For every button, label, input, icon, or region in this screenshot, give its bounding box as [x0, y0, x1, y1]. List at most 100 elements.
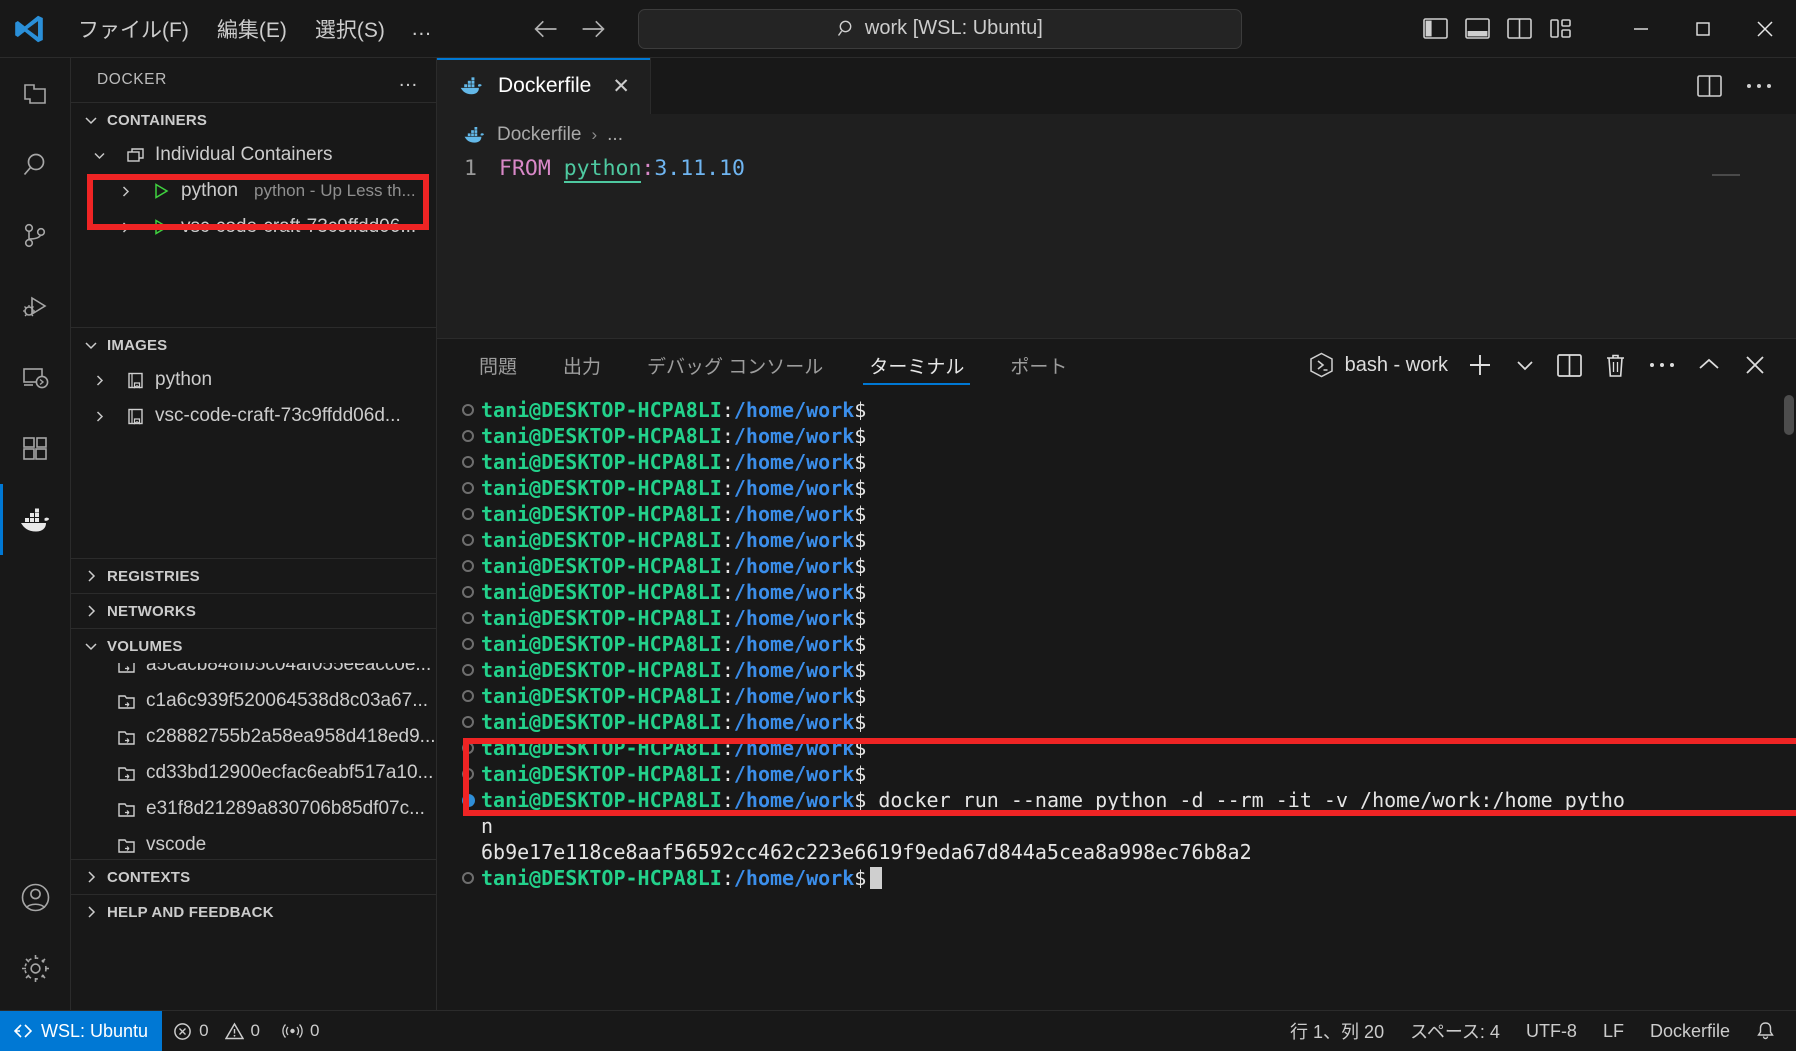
volume-row[interactable]: e31f8d21289a830706b85df07c...: [71, 791, 436, 827]
status-language-mode[interactable]: Dockerfile: [1637, 1011, 1743, 1051]
sidebar-more-actions-button[interactable]: …: [398, 69, 420, 92]
window-controls: [1610, 0, 1796, 58]
toggle-panel-icon[interactable]: [1464, 16, 1490, 42]
status-ports[interactable]: 0: [271, 1011, 330, 1051]
go-forward-icon[interactable]: [579, 18, 606, 40]
panel-more-actions-icon[interactable]: [1638, 339, 1686, 391]
status-encoding[interactable]: UTF-8: [1513, 1011, 1590, 1051]
status-eol[interactable]: LF: [1590, 1011, 1637, 1051]
activity-explorer-icon[interactable]: [0, 58, 71, 129]
status-notifications[interactable]: [1743, 1011, 1788, 1051]
activity-source-control-icon[interactable]: [0, 200, 71, 271]
command-decoration-icon[interactable]: [462, 664, 474, 676]
section-header-registries[interactable]: REGISTRIES: [71, 559, 436, 593]
new-terminal-icon[interactable]: [1456, 339, 1504, 391]
section-header-help[interactable]: HELP AND FEEDBACK: [71, 895, 436, 929]
breadcrumb-file[interactable]: Dockerfile: [497, 124, 581, 146]
command-decoration-icon[interactable]: [462, 456, 474, 468]
kill-terminal-icon[interactable]: [1593, 339, 1638, 391]
section-header-contexts[interactable]: CONTEXTS: [71, 860, 436, 894]
volume-row[interactable]: cd33bd12900ecfac6eabf517a10...: [71, 755, 436, 791]
close-tab-icon[interactable]: ✕: [612, 74, 630, 99]
command-decoration-icon[interactable]: [462, 404, 474, 416]
menu-edit[interactable]: 編集(E): [203, 8, 301, 50]
terminal-selector[interactable]: bash - work: [1309, 352, 1456, 378]
editor-more-actions-icon[interactable]: [1746, 82, 1772, 90]
menu-file[interactable]: ファイル(F): [64, 8, 203, 50]
volume-row[interactable]: c28882755b2a58ea958d418ed9...: [71, 719, 436, 755]
customize-layout-icon[interactable]: [1548, 16, 1574, 42]
activity-extensions-icon[interactable]: [0, 413, 71, 484]
activity-manage-settings-icon[interactable]: [0, 933, 71, 1004]
maximize-button[interactable]: [1672, 0, 1734, 58]
terminal-scrollbar[interactable]: [1784, 395, 1794, 435]
toggle-secondary-sidebar-icon[interactable]: [1506, 16, 1532, 42]
terminal-colon: :: [722, 580, 734, 604]
command-decoration-icon[interactable]: [462, 690, 474, 702]
volume-row[interactable]: a5cacb848fb5c04af055eeaccoe...: [71, 663, 436, 683]
tab-terminal[interactable]: ターミナル: [853, 339, 980, 391]
volume-row[interactable]: vscode: [71, 827, 436, 859]
terminal-profile-chevron-icon[interactable]: [1504, 339, 1546, 391]
command-decoration-icon[interactable]: [462, 742, 474, 754]
activity-docker-icon[interactable]: [0, 484, 71, 555]
tab-output[interactable]: 出力: [547, 339, 617, 391]
command-decoration-icon[interactable]: [462, 716, 474, 728]
chevron-down-icon: [83, 338, 99, 352]
maximize-panel-icon[interactable]: [1686, 339, 1732, 391]
command-decoration-icon[interactable]: [462, 560, 474, 572]
activity-search-icon[interactable]: [0, 129, 71, 200]
editor-area: Dockerfile ✕: [437, 58, 1796, 1010]
activity-accounts-icon[interactable]: [0, 862, 71, 933]
tab-debug-console[interactable]: デバッグ コンソール: [631, 339, 839, 391]
tab-problems[interactable]: 問題: [463, 339, 533, 391]
section-header-images[interactable]: IMAGES: [71, 328, 436, 362]
command-decoration-icon[interactable]: [462, 768, 474, 780]
command-center[interactable]: work [WSL: Ubuntu]: [638, 9, 1242, 49]
menu-more-button[interactable]: …: [399, 15, 446, 43]
status-problems[interactable]: 0 0: [162, 1011, 271, 1051]
command-decoration-icon[interactable]: [462, 612, 474, 624]
terminal-name-label: bash - work: [1345, 354, 1448, 377]
go-back-icon[interactable]: [532, 18, 559, 40]
command-decoration-icon[interactable]: [462, 872, 474, 884]
split-terminal-icon[interactable]: [1546, 339, 1593, 391]
activity-run-debug-icon[interactable]: [0, 271, 71, 342]
command-decoration-success-icon[interactable]: [462, 794, 475, 807]
image-row-vsc-code-craft[interactable]: vsc-code-craft-73c9ffdd06d...: [71, 398, 436, 434]
command-decoration-icon[interactable]: [462, 482, 474, 494]
chevron-right-icon: [93, 410, 115, 423]
command-decoration-icon[interactable]: [462, 508, 474, 520]
command-decoration-icon[interactable]: [462, 534, 474, 546]
terminal-output[interactable]: tani@DESKTOP-HCPA8LI:/home/work$tani@DES…: [437, 391, 1796, 1010]
command-decoration-icon[interactable]: [462, 638, 474, 650]
container-row-vsc-code-craft[interactable]: vsc-code-craft-73c9ffdd06...: [71, 209, 436, 245]
minimize-button[interactable]: [1610, 0, 1672, 58]
tree-group-individual-containers[interactable]: Individual Containers: [71, 137, 436, 173]
terminal-colon: :: [722, 398, 734, 422]
command-decoration-icon[interactable]: [462, 430, 474, 442]
status-cursor-position[interactable]: 行 1、列 20: [1277, 1011, 1397, 1051]
container-row-python[interactable]: python python - Up Less th...: [71, 173, 436, 209]
status-indentation[interactable]: スペース: 4: [1397, 1011, 1513, 1051]
minimap[interactable]: [1712, 174, 1740, 176]
status-remote-indicator[interactable]: WSL: Ubuntu: [0, 1011, 162, 1051]
section-header-networks[interactable]: NETWORKS: [71, 594, 436, 628]
terminal-bash-icon: [1309, 352, 1334, 378]
tab-dockerfile[interactable]: Dockerfile ✕: [437, 58, 651, 114]
volume-row[interactable]: c1a6c939f520064538d8c03a67...: [71, 683, 436, 719]
tab-ports[interactable]: ポート: [994, 339, 1083, 391]
section-header-containers[interactable]: CONTAINERS: [71, 103, 436, 137]
breadcrumb-tail[interactable]: ...: [607, 124, 623, 146]
close-window-button[interactable]: [1734, 0, 1796, 58]
image-row-python[interactable]: python: [71, 362, 436, 398]
section-header-volumes[interactable]: VOLUMES: [71, 629, 436, 663]
menu-selection[interactable]: 選択(S): [301, 8, 399, 50]
code-editor[interactable]: 1 FROM python:3.11.10: [437, 156, 1796, 338]
close-panel-icon[interactable]: [1732, 339, 1778, 391]
toggle-primary-sidebar-icon[interactable]: [1422, 16, 1448, 42]
activity-remote-explorer-icon[interactable]: [0, 342, 71, 413]
command-decoration-icon[interactable]: [462, 586, 474, 598]
split-editor-icon[interactable]: [1697, 75, 1722, 97]
terminal-line: tani@DESKTOP-HCPA8LI:/home/work$: [437, 631, 1796, 657]
